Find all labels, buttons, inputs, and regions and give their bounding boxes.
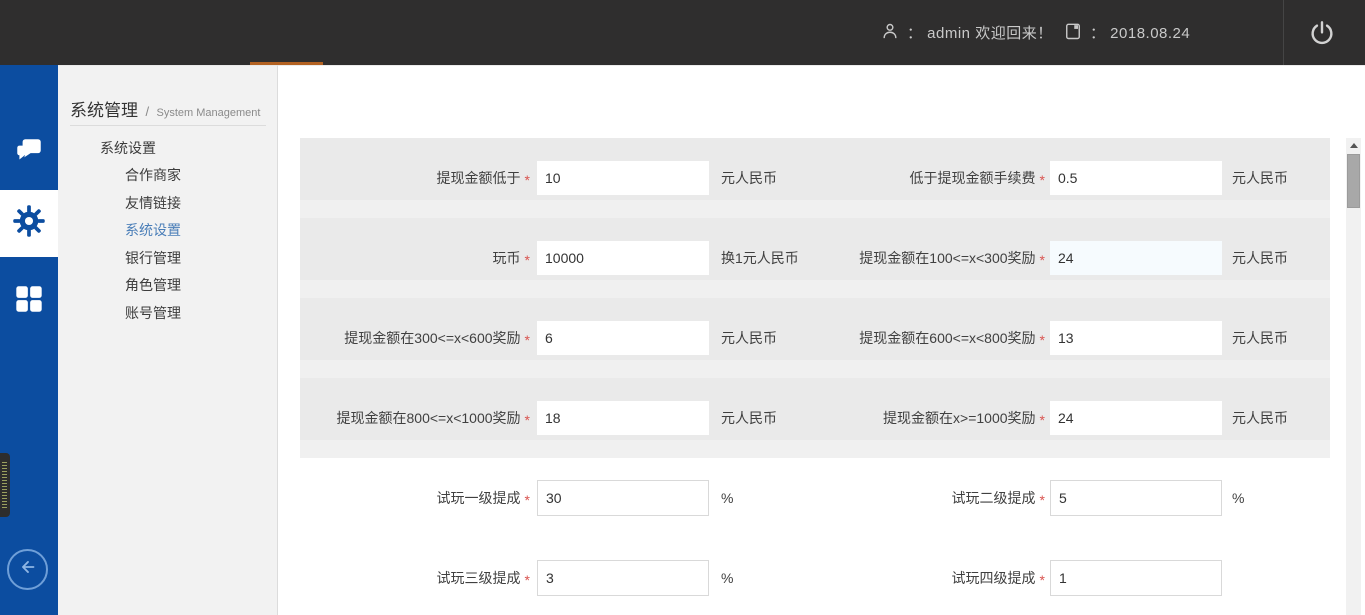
field-label: 提现金额在300<=x<600奖励 * xyxy=(300,298,530,378)
field-input-trial-level1-commission[interactable] xyxy=(537,480,709,516)
required-asterisk: * xyxy=(1040,169,1045,188)
logout-power-button[interactable] xyxy=(1298,10,1346,55)
menu-item-partner-merchants[interactable]: 合作商家 xyxy=(58,162,278,190)
main-content: 提现金额低于 * 元人民币 低于提现金额手续费 * 元人民币 玩币 * xyxy=(278,65,1365,615)
menu-item-bank-management[interactable]: 银行管理 xyxy=(58,244,278,272)
required-asterisk: * xyxy=(525,169,530,188)
menu-title-zh: 系统管理 xyxy=(70,101,138,120)
field-label: 试玩二级提成 * xyxy=(709,458,1045,538)
field-input-trial-level2-commission[interactable] xyxy=(1050,480,1222,516)
calendar-icon xyxy=(1063,20,1083,46)
field-label: 提现金额低于 * xyxy=(300,138,530,218)
field-suffix: 元人民币 xyxy=(1232,218,1288,298)
menu-item-friend-links[interactable]: 友情链接 xyxy=(58,189,278,217)
menu-item-role-management[interactable]: 角色管理 xyxy=(58,272,278,300)
field-label: 提现金额在x>=1000奖励 * xyxy=(709,378,1045,458)
scrollbar-up-arrow[interactable] xyxy=(1346,138,1361,153)
required-asterisk: * xyxy=(1040,329,1045,348)
field-suffix: 元人民币 xyxy=(1232,138,1288,218)
field-label: 玩币 * xyxy=(300,218,530,298)
person-icon xyxy=(880,20,900,46)
form-row: 提现金额在300<=x<600奖励 * 元人民币 提现金额在600<=x<800… xyxy=(300,298,1330,378)
field-input-trial-level3-commission[interactable] xyxy=(537,560,709,596)
current-date: ： 2018.08.24 xyxy=(1063,0,1190,65)
form-row: 试玩三级提成 * % 试玩四级提成 * xyxy=(300,538,1330,615)
menu-divider xyxy=(70,125,266,126)
required-asterisk: * xyxy=(1040,409,1045,428)
user-greeting: ： admin 欢迎回来！ xyxy=(907,22,1053,43)
field-input-reward-1000-plus[interactable] xyxy=(1050,401,1222,435)
required-asterisk: * xyxy=(525,409,530,428)
required-asterisk: * xyxy=(1040,249,1045,268)
field-label: 试玩一级提成 * xyxy=(300,458,530,538)
triangle-up-icon xyxy=(1350,143,1358,148)
panel-drag-handle[interactable] xyxy=(0,453,10,517)
field-label: 试玩三级提成 * xyxy=(300,538,530,615)
field-input-reward-300-600[interactable] xyxy=(537,321,709,355)
date-text: ： 2018.08.24 xyxy=(1090,22,1190,43)
app-window: ： admin 欢迎回来！ ： 2018.08.24 xyxy=(0,0,1365,615)
field-label: 提现金额在600<=x<800奖励 * xyxy=(709,298,1045,378)
rail-item-messages[interactable] xyxy=(0,121,58,185)
form-row: 提现金额低于 * 元人民币 低于提现金额手续费 * 元人民币 xyxy=(300,138,1330,218)
settings-form: 提现金额低于 * 元人民币 低于提现金额手续费 * 元人民币 玩币 * xyxy=(300,138,1330,615)
gear-icon xyxy=(11,203,47,244)
grid-icon xyxy=(14,284,44,319)
required-asterisk: * xyxy=(1040,569,1045,588)
header-divider xyxy=(1283,0,1284,65)
rail-item-apps[interactable] xyxy=(0,269,58,333)
menu-item-system-settings-active[interactable]: 系统设置 xyxy=(58,217,278,245)
rail-item-settings[interactable] xyxy=(0,190,58,257)
logged-in-user: ： admin 欢迎回来！ xyxy=(880,0,1053,65)
field-input-reward-800-1000[interactable] xyxy=(537,401,709,435)
menu-items: 系统设置 合作商家 友情链接 系统设置 银行管理 角色管理 账号管理 xyxy=(58,134,278,327)
form-row: 试玩一级提成 * % 试玩二级提成 * % xyxy=(300,458,1330,538)
field-suffix: % xyxy=(1232,458,1244,538)
form-row: 玩币 * 换1元人民币 提现金额在100<=x<300奖励 * 元人民币 xyxy=(300,218,1330,298)
field-label: 试玩四级提成 * xyxy=(709,538,1045,615)
required-asterisk: * xyxy=(525,329,530,348)
menu-item-system-settings-parent[interactable]: 系统设置 xyxy=(58,134,278,162)
required-asterisk: * xyxy=(525,569,530,588)
chat-icon xyxy=(12,135,46,172)
field-suffix: 元人民币 xyxy=(1232,298,1288,378)
field-input-reward-600-800[interactable] xyxy=(1050,321,1222,355)
menu-item-account-management[interactable]: 账号管理 xyxy=(58,299,278,327)
form-row: 提现金额在800<=x<1000奖励 * 元人民币 提现金额在x>=1000奖励… xyxy=(300,378,1330,458)
menu-title-separator: / xyxy=(145,104,149,119)
collapse-back-button[interactable] xyxy=(7,549,48,590)
icon-rail xyxy=(0,65,58,615)
field-label: 提现金额在100<=x<300奖励 * xyxy=(709,218,1045,298)
field-input-trial-level4-commission[interactable] xyxy=(1050,560,1222,596)
field-input-reward-100-300[interactable] xyxy=(1050,241,1222,275)
scrollbar-thumb[interactable] xyxy=(1347,154,1360,208)
field-input-withdraw-min[interactable] xyxy=(537,161,709,195)
field-input-play-coin[interactable] xyxy=(537,241,709,275)
field-suffix: 元人民币 xyxy=(1232,378,1288,458)
vertical-scrollbar[interactable] xyxy=(1346,138,1361,615)
arrow-left-icon xyxy=(17,556,39,583)
secondary-menu-panel: 系统管理 / System Management 系统设置 合作商家 友情链接 … xyxy=(58,65,278,615)
menu-title: 系统管理 / System Management xyxy=(70,96,266,121)
field-input-low-withdraw-fee[interactable] xyxy=(1050,161,1222,195)
required-asterisk: * xyxy=(1040,489,1045,508)
field-label: 低于提现金额手续费 * xyxy=(709,138,1045,218)
required-asterisk: * xyxy=(525,489,530,508)
top-bar: ： admin 欢迎回来！ ： 2018.08.24 xyxy=(0,0,1365,65)
required-asterisk: * xyxy=(525,249,530,268)
field-label: 提现金额在800<=x<1000奖励 * xyxy=(300,378,530,458)
menu-title-en: System Management xyxy=(157,107,261,119)
